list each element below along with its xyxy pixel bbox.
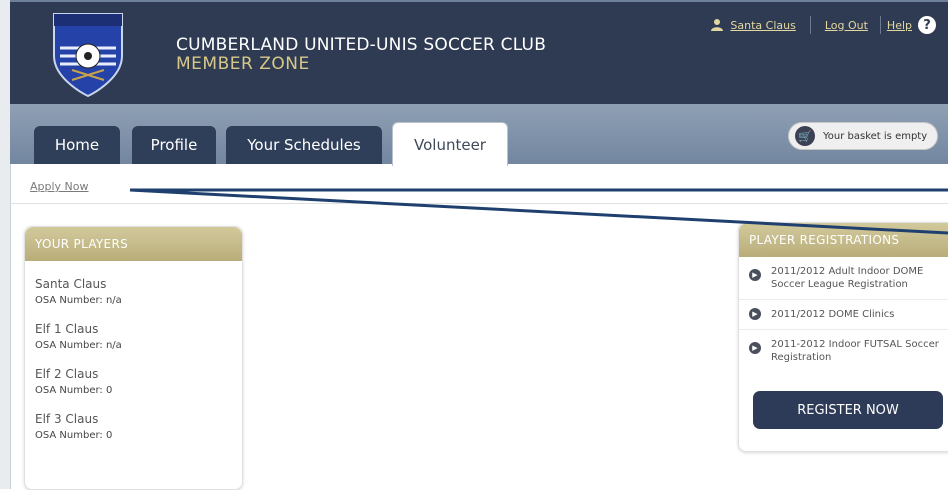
registration-item[interactable]: ▶ 2011/2012 Adult Indoor DOME Soccer Lea…: [739, 257, 948, 300]
registration-label: 2011/2012 DOME Clinics: [771, 309, 895, 320]
player-osa-number: OSA Number: n/a: [35, 340, 122, 351]
club-title: CUMBERLAND UNITED-UNIS SOCCER CLUB: [176, 35, 547, 55]
cart-icon: 🛒: [795, 126, 815, 146]
link-separator: [879, 16, 881, 34]
registration-label: 2011/2012 Adult Indoor DOME Soccer Leagu…: [771, 266, 924, 290]
member-zone-subtitle: MEMBER ZONE: [176, 54, 310, 74]
club-crest-logo: [53, 13, 123, 98]
player-osa-number: OSA Number: n/a: [35, 295, 122, 306]
your-players-title: YOUR PLAYERS: [25, 227, 242, 261]
arrow-right-icon: ▶: [749, 269, 761, 281]
basket-label: Your basket is empty: [823, 130, 928, 142]
player-registrations-title: PLAYER REGISTRATIONS: [739, 223, 948, 257]
subnav-divider: [10, 203, 948, 204]
player-name: Elf 1 Claus: [35, 322, 99, 336]
site-header: CUMBERLAND UNITED-UNIS SOCCER CLUB MEMBE…: [10, 0, 948, 104]
registration-item[interactable]: ▶ 2011-2012 Indoor FUTSAL Soccer Registr…: [739, 330, 948, 372]
register-now-button[interactable]: REGISTER NOW: [753, 391, 943, 429]
basket-status[interactable]: 🛒 Your basket is empty: [788, 122, 938, 150]
registration-item[interactable]: ▶ 2011/2012 DOME Clinics: [739, 300, 948, 330]
your-players-panel: YOUR PLAYERS Santa Claus OSA Number: n/a…: [24, 226, 243, 490]
player-name: Elf 2 Claus: [35, 367, 99, 381]
header-user-links: Santa Claus Log Out Help ?: [710, 16, 936, 34]
arrow-right-icon: ▶: [749, 308, 761, 320]
tab-your-schedules[interactable]: Your Schedules: [226, 126, 382, 164]
help-icon[interactable]: ?: [918, 16, 936, 34]
arrow-right-icon: ▶: [749, 342, 761, 354]
player-osa-number: OSA Number: 0: [35, 385, 113, 396]
tab-profile[interactable]: Profile: [132, 126, 216, 164]
tab-volunteer[interactable]: Volunteer: [392, 122, 508, 166]
apply-now-link[interactable]: Apply Now: [30, 180, 89, 193]
main-navigation: Home Profile Your Schedules Volunteer 🛒 …: [10, 104, 948, 166]
player-registrations-panel: PLAYER REGISTRATIONS ▶ 2011/2012 Adult I…: [738, 222, 948, 452]
logout-link[interactable]: Log Out: [825, 19, 868, 32]
player-name: Santa Claus: [35, 277, 107, 291]
help-link[interactable]: Help: [887, 19, 912, 32]
player-osa-number: OSA Number: 0: [35, 430, 113, 441]
user-name-link[interactable]: Santa Claus: [730, 19, 795, 32]
tab-home[interactable]: Home: [34, 126, 120, 164]
user-icon: [711, 19, 724, 31]
registration-label: 2011-2012 Indoor FUTSAL Soccer Registrat…: [771, 339, 939, 363]
link-separator: [809, 16, 811, 34]
player-name: Elf 3 Claus: [35, 412, 99, 426]
